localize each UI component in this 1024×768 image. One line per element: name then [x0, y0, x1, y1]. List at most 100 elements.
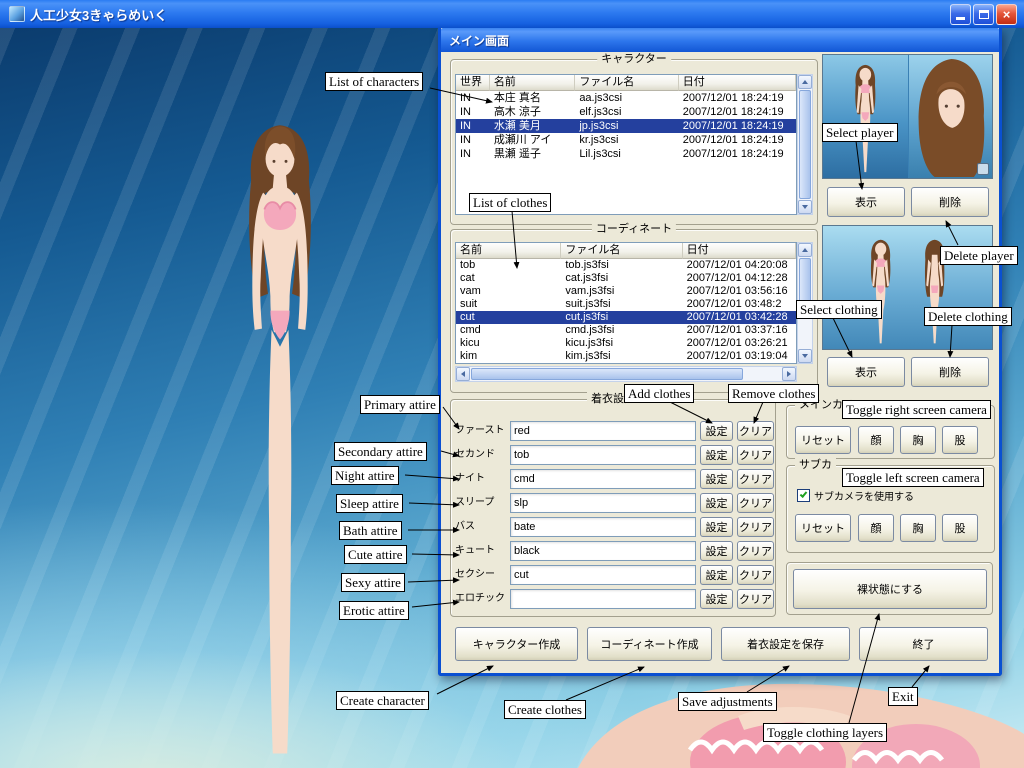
cell-date: 2007/12/01 04:12:28 — [683, 272, 796, 285]
cell-name: tob — [456, 259, 561, 272]
coordinate-row[interactable]: vam vam.js3fsi 2007/12/01 03:56:16 — [456, 285, 796, 298]
character-table-header: 世界 名前 ファイル名 日付 — [456, 75, 796, 91]
set-button[interactable]: 設定 — [700, 565, 733, 585]
scroll-up-icon[interactable] — [798, 75, 812, 89]
dialog-titlebar[interactable]: メイン画面 — [441, 28, 999, 52]
naked-state-button[interactable]: 裸状態にする — [793, 569, 987, 609]
scroll-thumb[interactable] — [471, 368, 743, 380]
character-row[interactable]: IN 黒瀬 遥子 Lil.js3csi 2007/12/01 18:24:19 — [456, 147, 796, 161]
window-controls: × — [950, 4, 1020, 25]
minimize-icon — [956, 17, 965, 20]
slot-input-cute[interactable] — [510, 541, 696, 561]
clear-button[interactable]: クリア — [737, 517, 774, 537]
sub-camera-crotch-button[interactable]: 股 — [942, 514, 978, 542]
coordinate-row[interactable]: cat cat.js3fsi 2007/12/01 04:12:28 — [456, 272, 796, 285]
create-coordinate-button[interactable]: コーディネート作成 — [587, 627, 712, 661]
coordinate-row[interactable]: tob tob.js3fsi 2007/12/01 04:20:08 — [456, 259, 796, 272]
character-list-scrollbar[interactable] — [797, 74, 813, 215]
column-header-date[interactable]: 日付 — [679, 75, 796, 91]
scroll-left-icon[interactable] — [456, 367, 470, 381]
clear-button[interactable]: クリア — [737, 469, 774, 489]
clear-button[interactable]: クリア — [737, 493, 774, 513]
character-groupbox-caption: キャラクター — [597, 52, 671, 66]
set-button[interactable]: 設定 — [700, 589, 733, 609]
column-header-name[interactable]: 名前 — [490, 75, 576, 91]
character-row[interactable]: IN 本庄 真名 aa.js3csi 2007/12/01 18:24:19 — [456, 91, 796, 105]
delete-clothing-button[interactable]: 削除 — [911, 357, 989, 387]
column-header-date[interactable]: 日付 — [683, 243, 796, 259]
scroll-down-icon[interactable] — [798, 349, 812, 363]
slot-input-sleep[interactable] — [510, 493, 696, 513]
slot-input-night[interactable] — [510, 469, 696, 489]
cell-name: 高木 涼子 — [490, 105, 576, 119]
main-camera-reset-button[interactable]: リセット — [795, 426, 851, 454]
set-button[interactable]: 設定 — [700, 493, 733, 513]
annotation-select-clothing: Select clothing — [796, 300, 882, 319]
annotation-select-player: Select player — [822, 123, 898, 142]
cell-date: 2007/12/01 18:24:19 — [679, 105, 796, 119]
set-button[interactable]: 設定 — [700, 517, 733, 537]
clear-button[interactable]: クリア — [737, 589, 774, 609]
slot-input-bath[interactable] — [510, 517, 696, 537]
sub-camera-chest-button[interactable]: 胸 — [900, 514, 936, 542]
cell-name: vam — [456, 285, 561, 298]
save-clothing-button[interactable]: 着衣設定を保存 — [721, 627, 850, 661]
show-player-button[interactable]: 表示 — [827, 187, 905, 217]
coordinate-table-header: 名前 ファイル名 日付 — [456, 243, 796, 259]
main-camera-chest-button[interactable]: 胸 — [900, 426, 936, 454]
coordinate-horizontal-scrollbar[interactable] — [455, 366, 797, 382]
column-header-filename[interactable]: ファイル名 — [575, 75, 678, 91]
cell-date: 2007/12/01 03:26:21 — [683, 337, 796, 350]
cell-filename: kim.js3fsi — [561, 350, 682, 363]
slot-input-sexy[interactable] — [510, 565, 696, 585]
annotation-toggle-clothing-layers: Toggle clothing layers — [763, 723, 887, 742]
clear-button[interactable]: クリア — [737, 421, 774, 441]
scroll-up-icon[interactable] — [798, 243, 812, 257]
main-camera-face-button[interactable]: 顔 — [858, 426, 894, 454]
sub-camera-face-button[interactable]: 顔 — [858, 514, 894, 542]
maximize-button[interactable] — [973, 4, 994, 25]
scroll-right-icon[interactable] — [782, 367, 796, 381]
coordinate-row[interactable]: suit suit.js3fsi 2007/12/01 03:48:2 — [456, 298, 796, 311]
annotation-list-of-clothes: List of clothes — [469, 193, 551, 212]
naked-groupbox: 裸状態にする — [786, 562, 993, 615]
delete-player-button[interactable]: 削除 — [911, 187, 989, 217]
column-header-filename[interactable]: ファイル名 — [561, 243, 682, 259]
clear-button[interactable]: クリア — [737, 445, 774, 465]
cell-name: 黒瀬 遥子 — [490, 147, 576, 161]
set-button[interactable]: 設定 — [700, 541, 733, 561]
scroll-thumb[interactable] — [799, 90, 811, 199]
scroll-down-icon[interactable] — [798, 200, 812, 214]
character-row[interactable]: IN 成瀬川 アイ kr.js3csi 2007/12/01 18:24:19 — [456, 133, 796, 147]
subcamera-checkbox[interactable] — [797, 489, 810, 502]
minimize-button[interactable] — [950, 4, 971, 25]
column-header-name[interactable]: 名前 — [456, 243, 561, 259]
app-icon — [9, 6, 25, 22]
slot-input-first[interactable] — [510, 421, 696, 441]
create-character-button[interactable]: キャラクター作成 — [455, 627, 578, 661]
set-button[interactable]: 設定 — [700, 445, 733, 465]
slot-input-erotic[interactable] — [510, 589, 696, 609]
character-row-selected[interactable]: IN 水瀬 美月 jp.js3csi 2007/12/01 18:24:19 — [456, 119, 796, 133]
coordinate-row[interactable]: cmd cmd.js3fsi 2007/12/01 03:37:16 — [456, 324, 796, 337]
column-header-world[interactable]: 世界 — [456, 75, 490, 91]
exit-button[interactable]: 終了 — [859, 627, 988, 661]
clear-button[interactable]: クリア — [737, 541, 774, 561]
coordinate-row-selected[interactable]: cut cut.js3fsi 2007/12/01 03:42:28 — [456, 311, 796, 324]
app-window: 人工少女3きゃらめいく × メイン画面 キャラクター 世界 名前 ファイル名 日… — [0, 0, 1024, 768]
coordinate-row[interactable]: kicu kicu.js3fsi 2007/12/01 03:26:21 — [456, 337, 796, 350]
coordinate-row[interactable]: kim kim.js3fsi 2007/12/01 03:19:04 — [456, 350, 796, 363]
window-titlebar[interactable]: 人工少女3きゃらめいく × — [0, 0, 1024, 28]
character-row[interactable]: IN 高木 涼子 elf.js3csi 2007/12/01 18:24:19 — [456, 105, 796, 119]
preview-figure-front — [862, 237, 899, 349]
cell-filename: aa.js3csi — [575, 91, 678, 105]
sub-camera-reset-button[interactable]: リセット — [795, 514, 851, 542]
set-button[interactable]: 設定 — [700, 421, 733, 441]
show-clothing-button[interactable]: 表示 — [827, 357, 905, 387]
annotation-secondary-attire: Secondary attire — [334, 442, 427, 461]
main-camera-crotch-button[interactable]: 股 — [942, 426, 978, 454]
set-button[interactable]: 設定 — [700, 469, 733, 489]
close-button[interactable]: × — [996, 4, 1017, 25]
clear-button[interactable]: クリア — [737, 565, 774, 585]
slot-input-second[interactable] — [510, 445, 696, 465]
